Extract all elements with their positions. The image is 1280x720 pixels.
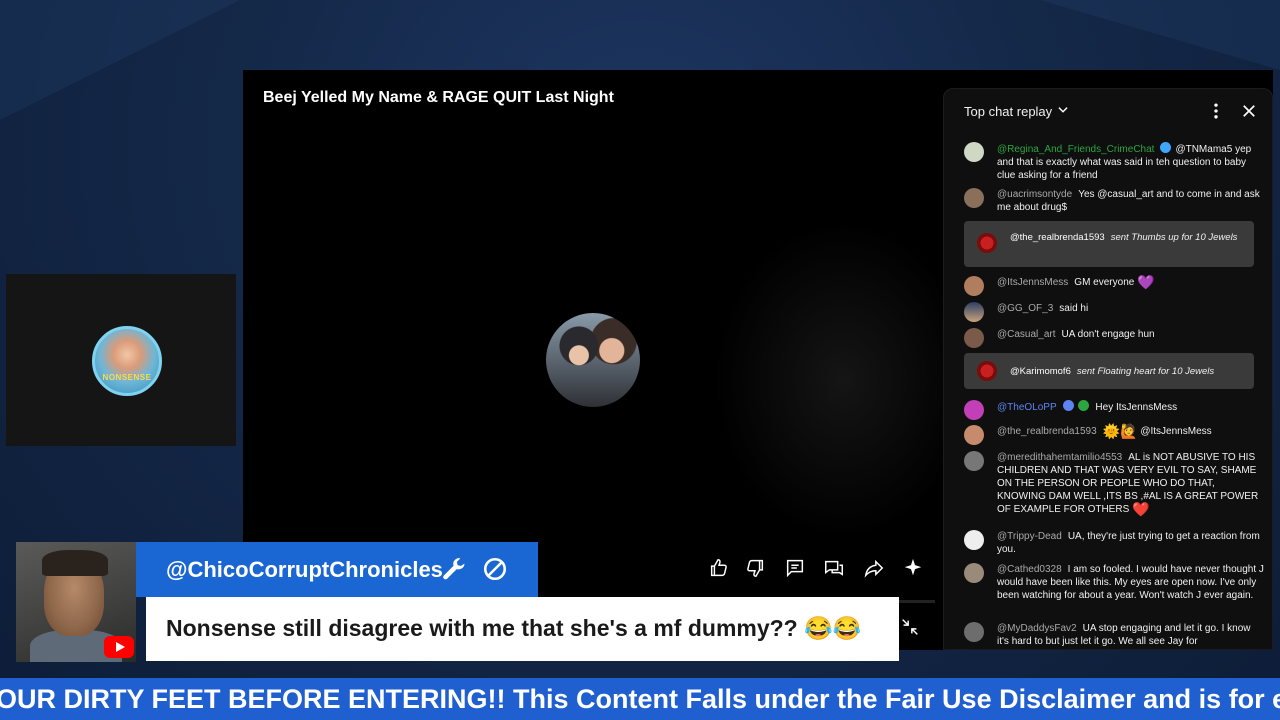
collapse-icon[interactable] (899, 616, 921, 638)
gift-icon (977, 233, 997, 253)
channel-avatar (546, 313, 640, 407)
shield-icon (1062, 400, 1074, 411)
avatar (964, 622, 984, 642)
chat-message: @Trippy-Dead UA, they're just trying to g… (964, 530, 1264, 556)
featured-comment-box: Nonsense still disagree with me that she… (146, 597, 899, 661)
chat-emoji: ❤️ (1132, 501, 1150, 517)
background-facet (0, 0, 240, 120)
chat-icon[interactable] (820, 554, 848, 582)
news-ticker: OUR DIRTY FEET BEFORE ENTERING!! This Co… (0, 678, 1280, 720)
video-actions-bar (705, 554, 925, 582)
chat-author[interactable]: @Trippy-Dead (997, 531, 1062, 542)
nonsense-avatar: NONSENSE (92, 326, 162, 396)
chat-text: Hey ItsJennsMess (1095, 402, 1178, 413)
more-options-icon[interactable] (1206, 101, 1226, 121)
commenter-name-bar: @ChicoCorruptChronicles (136, 542, 538, 597)
like-icon[interactable] (705, 554, 733, 582)
chat-author[interactable]: @uacrimsontyde (997, 189, 1072, 200)
commenter-name: @ChicoCorruptChronicles (166, 557, 443, 582)
chat-author[interactable]: @GG_OF_3 (997, 303, 1053, 314)
chat-message: @TheOLoPP Hey ItsJennsMess (964, 400, 1264, 420)
avatar (964, 530, 984, 550)
avatar (964, 451, 984, 471)
avatar (964, 400, 984, 420)
chat-author[interactable]: @Regina_And_Friends_CrimeChat (997, 144, 1154, 155)
chevron-down-icon[interactable] (1056, 103, 1070, 117)
chat-text: GM everyone (1074, 277, 1135, 288)
video-glow (713, 220, 973, 540)
chat-mention: @TNMama5 (1175, 144, 1233, 155)
member-badge-icon (1077, 400, 1089, 411)
chat-text: @ItsJennsMess (1140, 426, 1212, 437)
gift-text: sent Floating heart for 10 Jewels (1076, 366, 1215, 377)
chat-message: @GG_OF_3 said hi (964, 302, 1264, 322)
gift-author[interactable]: @the_realbrenda1593 (1010, 232, 1105, 243)
avatar (964, 188, 984, 208)
gift-icon (977, 361, 997, 381)
chat-author[interactable]: @meredithahemtamilio4553 (997, 452, 1122, 463)
chat-message: @the_realbrenda1593 🌞🙋 @ItsJennsMess (964, 423, 1264, 445)
chat-author[interactable]: @TheOLoPP (997, 402, 1057, 413)
avatar (964, 328, 984, 348)
ticker-text: OUR DIRTY FEET BEFORE ENTERING!! This Co… (0, 684, 1280, 714)
chat-author[interactable]: @Casual_art (997, 329, 1056, 340)
secondary-video-panel: NONSENSE (6, 274, 236, 446)
chat-text: UA don't engage hun (1061, 329, 1155, 340)
chat-header: Top chat replay (944, 89, 1272, 133)
avatar (964, 563, 984, 583)
live-chat-panel: Top chat replay @Regina_And_Friends_Crim… (943, 88, 1273, 650)
chat-author[interactable]: @Cathed0328 (997, 564, 1062, 575)
chat-message: @MyDaddysFav2 UA stop engaging and let it… (964, 622, 1264, 648)
youtube-logo-icon (104, 636, 134, 658)
avatar (964, 425, 984, 445)
gift-message: @the_realbrenda1593 sent Thumbs up for 10… (964, 221, 1254, 267)
wrench-icon (440, 556, 468, 584)
chat-message: @uacrimsontyde Yes @casual_art and to com… (964, 188, 1264, 214)
close-icon[interactable] (1240, 102, 1258, 120)
featured-comment-text: Nonsense still disagree with me that she… (166, 615, 862, 641)
webcam-person-hair (42, 550, 108, 576)
share-icon[interactable] (860, 554, 888, 582)
chat-author[interactable]: @the_realbrenda1593 (997, 426, 1097, 437)
chat-text: said hi (1059, 303, 1089, 314)
chat-message: @Casual_art UA don't engage hun (964, 328, 1264, 348)
gift-message: @Karimomof6 sent Floating heart for 10 Je… (964, 353, 1254, 389)
chat-emoji: 💜 (1137, 274, 1155, 290)
sparkle-icon[interactable] (899, 554, 927, 582)
dislike-icon[interactable] (741, 554, 769, 582)
comment-icon[interactable] (781, 554, 809, 582)
avatar-text: NONSENSE (102, 373, 152, 382)
chat-message: @Cathed0328 I am so fooled. I would have … (964, 563, 1264, 602)
chat-message: @ItsJennsMess GM everyone 💜 (964, 274, 1264, 296)
chat-message: @Regina_And_Friends_CrimeChat @TNMama5 ye… (964, 142, 1264, 182)
chat-emoji: 🌞🙋 (1102, 423, 1138, 439)
ban-icon (482, 556, 508, 582)
avatar (964, 302, 984, 322)
verified-icon (1160, 142, 1172, 153)
chat-author[interactable]: @MyDaddysFav2 (997, 623, 1077, 634)
avatar (964, 276, 984, 296)
chat-mode-label[interactable]: Top chat replay (964, 104, 1052, 119)
background-facet (1040, 0, 1280, 70)
avatar (964, 142, 984, 162)
gift-text: sent Thumbs up for 10 Jewels (1110, 232, 1238, 243)
video-title: Beej Yelled My Name & RAGE QUIT Last Nig… (263, 89, 614, 106)
chat-author[interactable]: @ItsJennsMess (997, 277, 1068, 288)
chat-message: @meredithahemtamilio4553 AL is NOT ABUSIV… (964, 451, 1264, 516)
gift-author[interactable]: @Karimomof6 (1010, 366, 1071, 377)
